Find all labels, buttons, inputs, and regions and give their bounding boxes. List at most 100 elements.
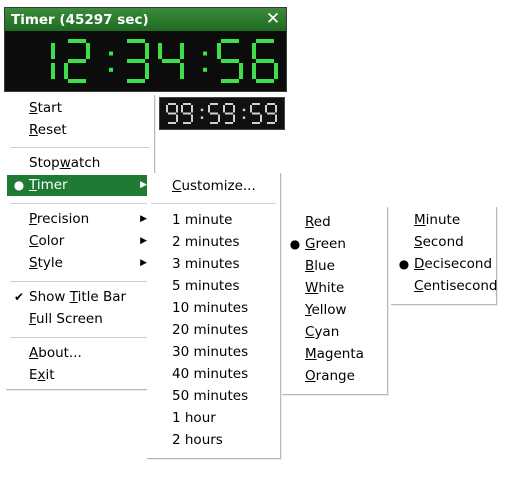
menu-item-start[interactable]: Start — [7, 98, 153, 119]
menu-item-precision[interactable]: Precision ▶ — [7, 209, 153, 230]
digit-segment-d — [221, 79, 239, 83]
digit-segment-b — [176, 105, 178, 113]
digit-segment-g — [221, 59, 239, 63]
menu-item-style[interactable]: Style ▶ — [7, 253, 153, 274]
menu-item-label: 5 minutes — [172, 278, 240, 294]
menu-item-label: 30 minutes — [172, 344, 249, 360]
mini-timer-display — [159, 97, 285, 130]
menu-item-label: About... — [29, 345, 82, 361]
digit-segment-a — [225, 103, 233, 105]
menu-item-customize[interactable]: Customize... — [148, 176, 279, 197]
menu-item-2-minutes[interactable]: 2 minutes — [148, 232, 279, 253]
digit-segment-e — [64, 63, 68, 79]
timer-display — [5, 31, 286, 91]
close-icon[interactable]: ✕ — [264, 9, 282, 29]
colon-dot — [109, 51, 113, 56]
digit-segment-a — [252, 103, 260, 105]
digit-segment-g — [162, 59, 180, 63]
menu-item-timer[interactable]: ● Timer ▶ — [7, 175, 153, 196]
menu-item-red[interactable]: Red — [283, 212, 386, 233]
menu-item-label: Magenta — [305, 346, 364, 362]
menu-item-40-minutes[interactable]: 40 minutes — [148, 364, 279, 385]
colon-dot — [242, 108, 246, 112]
menu-item-green[interactable]: ● Green — [283, 234, 386, 255]
menu-item-yellow[interactable]: Yellow — [283, 300, 386, 321]
colon-dot — [200, 116, 204, 119]
digit-segment-f — [217, 43, 221, 59]
digit-segment-c — [260, 114, 262, 122]
digit-segment-g — [256, 59, 274, 63]
timer-window: Timer (45297 sec) ✕ — [4, 7, 287, 92]
menu-item-about[interactable]: About... — [7, 343, 153, 364]
digit-segment-f — [166, 105, 168, 113]
timer-submenu: Customize... 1 minute 2 minutes 3 minute… — [147, 173, 281, 459]
menu-item-decisecond[interactable]: ● Decisecond — [392, 254, 495, 275]
menu-item-second[interactable]: Second — [392, 232, 495, 253]
menu-item-white[interactable]: White — [283, 278, 386, 299]
digit-segment-g — [225, 112, 233, 115]
menu-item-label: Customize... — [172, 178, 256, 194]
radio-dot-icon: ● — [289, 237, 301, 251]
menu-item-50-minutes[interactable]: 50 minutes — [148, 386, 279, 407]
digit-segment-d — [183, 122, 191, 124]
color-submenu: Red ● Green Blue White Yellow Cyan Magen… — [282, 207, 388, 395]
menu-item-color[interactable]: Color ▶ — [7, 231, 153, 252]
menu-item-cyan[interactable]: Cyan — [283, 322, 386, 343]
menu-item-20-minutes[interactable]: 20 minutes — [148, 320, 279, 341]
digit-segment-d — [127, 79, 145, 83]
menu-item-label: Style — [29, 255, 63, 271]
menu-item-label: Exit — [29, 367, 55, 383]
menu-item-label: 40 minutes — [172, 366, 249, 382]
menu-item-exit[interactable]: Exit — [7, 365, 153, 386]
menu-item-label: Reset — [29, 122, 67, 138]
menu-item-label: Blue — [305, 258, 335, 274]
digit-segment-a — [68, 39, 86, 43]
digit-segment-d — [267, 122, 275, 124]
menu-separator — [151, 203, 276, 204]
menu-item-label: 1 minute — [172, 212, 233, 228]
menu-item-centisecond[interactable]: Centisecond — [392, 276, 498, 297]
digit-segment-c — [239, 63, 243, 79]
menu-item-label: 3 minutes — [172, 256, 240, 272]
menu-item-label: Color — [29, 233, 65, 249]
digit-segment-c — [274, 63, 278, 79]
menu-item-stopwatch[interactable]: Stopwatch — [7, 153, 153, 174]
menu-item-magenta[interactable]: Magenta — [283, 344, 386, 365]
digit-segment-g — [210, 112, 218, 115]
colon-dot — [203, 51, 207, 56]
menu-item-5-minutes[interactable]: 5 minutes — [148, 276, 279, 297]
digit-segment-d — [168, 122, 176, 124]
menu-item-3-minutes[interactable]: 3 minutes — [148, 254, 279, 275]
menu-item-label: 50 minutes — [172, 388, 249, 404]
menu-item-1-minute[interactable]: 1 minute — [148, 210, 279, 231]
menu-item-label: 2 hours — [172, 432, 223, 448]
title-bar[interactable]: Timer (45297 sec) ✕ — [5, 8, 286, 31]
menu-item-2-hours[interactable]: 2 hours — [148, 430, 279, 451]
colon-dot — [200, 108, 204, 112]
menu-item-30-minutes[interactable]: 30 minutes — [148, 342, 279, 363]
digit-segment-a — [256, 39, 274, 43]
menu-item-reset[interactable]: Reset — [7, 120, 153, 141]
digit-segment-a — [267, 103, 275, 105]
digit-segment-f — [181, 105, 183, 113]
digit-segment-c — [180, 63, 184, 79]
menu-item-orange[interactable]: Orange — [283, 366, 386, 387]
menu-separator — [10, 203, 150, 204]
digit-segment-a — [183, 103, 191, 105]
menu-item-label: Full Screen — [29, 311, 103, 327]
checkmark-icon: ✔ — [13, 290, 25, 304]
digit-segment-b — [191, 105, 193, 113]
menu-item-label: Red — [305, 214, 331, 230]
menu-item-show-title-bar[interactable]: ✔ Show Title Bar — [7, 287, 153, 308]
menu-item-1-hour[interactable]: 1 hour — [148, 408, 279, 429]
menu-item-label: Show Title Bar — [29, 289, 127, 305]
menu-item-blue[interactable]: Blue — [283, 256, 386, 277]
menu-item-full-screen[interactable]: Full Screen — [7, 309, 153, 330]
colon-dot — [109, 67, 113, 72]
menu-item-minute[interactable]: Minute — [392, 210, 495, 231]
digit-segment-c — [275, 114, 277, 122]
menu-item-10-minutes[interactable]: 10 minutes — [148, 298, 279, 319]
menu-item-label: Start — [29, 100, 62, 116]
colon-dot — [242, 116, 246, 119]
mini-seven-segment-display — [166, 103, 277, 124]
